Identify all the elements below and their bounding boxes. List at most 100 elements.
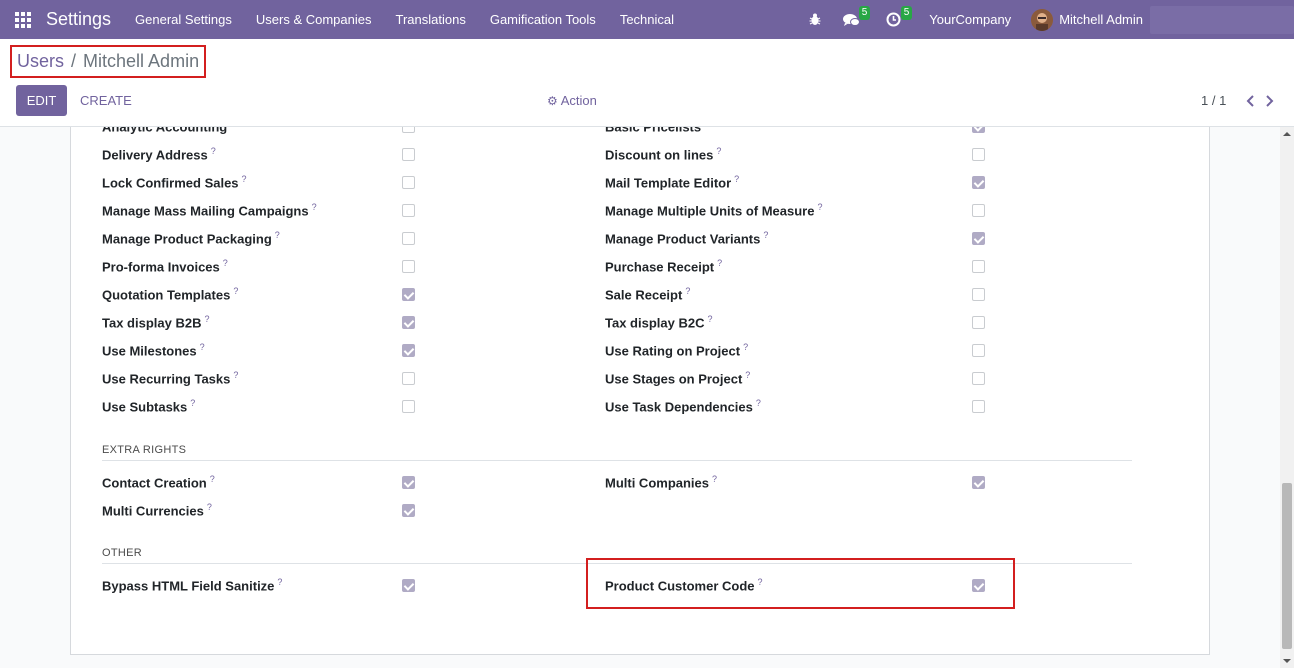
help-tooltip-icon[interactable]: ? — [743, 342, 748, 352]
checkbox-multi-companies[interactable] — [972, 476, 985, 489]
help-tooltip-icon[interactable]: ? — [275, 230, 280, 240]
checkbox-discount-on-lines[interactable] — [972, 148, 985, 161]
help-tooltip-icon[interactable]: ? — [763, 230, 768, 240]
action-label: Action — [560, 93, 597, 108]
user-menu[interactable]: Mitchell Admin — [1059, 12, 1143, 27]
pager-value[interactable]: 1 / 1 — [1201, 93, 1226, 108]
help-tooltip-icon[interactable]: ? — [211, 146, 216, 156]
field-label-pro-forma-invoices: Pro-forma Invoices? — [102, 258, 228, 274]
checkbox-sale-receipt[interactable] — [972, 288, 985, 301]
field-label-delivery-address: Delivery Address? — [102, 146, 216, 162]
help-tooltip-icon[interactable]: ? — [734, 174, 739, 184]
messages-chat-icon[interactable]: 5 — [841, 5, 871, 30]
checkbox-delivery-address[interactable] — [402, 148, 415, 161]
field-label-text: Basic Pricelists — [605, 127, 701, 134]
checkbox-mail-template-editor[interactable] — [972, 176, 985, 189]
checkbox-manage-multiple-units-of-measure[interactable] — [972, 204, 985, 217]
field-label-text: Multi Currencies — [102, 503, 204, 519]
checkbox-purchase-receipt[interactable] — [972, 260, 985, 273]
scroll-up-icon[interactable] — [1280, 127, 1294, 141]
checkbox-tax-display-b2c[interactable] — [972, 316, 985, 329]
checkbox-tax-display-b2b[interactable] — [402, 316, 415, 329]
help-tooltip-icon[interactable]: ? — [277, 577, 282, 587]
checkbox-contact-creation[interactable] — [402, 476, 415, 489]
field-label-text: Analytic Accounting — [102, 127, 227, 134]
help-tooltip-icon[interactable]: ? — [756, 398, 761, 408]
chevron-left-icon[interactable] — [1240, 94, 1260, 107]
checkbox-manage-product-packaging[interactable] — [402, 232, 415, 245]
menu-users-companies[interactable]: Users & Companies — [256, 12, 372, 27]
help-tooltip-icon[interactable]: ? — [707, 314, 712, 324]
activities-clock-icon[interactable]: 5 — [883, 5, 913, 30]
checkbox-manage-mass-mailing-campaigns[interactable] — [402, 204, 415, 217]
field-label-tax-display-b2b: Tax display B2B? — [102, 314, 209, 330]
section-title-extra-rights: EXTRA RIGHTS — [102, 444, 187, 456]
menu-translations[interactable]: Translations — [396, 12, 466, 27]
scroll-down-icon[interactable] — [1280, 654, 1294, 668]
debug-bug-icon[interactable] — [805, 10, 825, 30]
help-tooltip-icon[interactable]: ? — [190, 398, 195, 408]
apps-menu-icon[interactable] — [0, 0, 46, 39]
help-tooltip-icon[interactable]: ? — [745, 370, 750, 380]
help-tooltip-icon[interactable]: ? — [223, 258, 228, 268]
help-tooltip-icon[interactable]: ? — [685, 286, 690, 296]
section-divider — [102, 460, 1132, 461]
help-tooltip-icon[interactable]: ? — [312, 202, 317, 212]
checkbox-use-milestones[interactable] — [402, 344, 415, 357]
messages-count-badge: 5 — [858, 5, 871, 20]
menu-technical[interactable]: Technical — [620, 12, 674, 27]
help-tooltip-icon[interactable]: ? — [717, 258, 722, 268]
checkbox-multi-currencies[interactable] — [402, 504, 415, 517]
checkbox-pro-forma-invoices[interactable] — [402, 260, 415, 273]
top-navbar: Settings General Settings Users & Compan… — [0, 0, 1294, 39]
company-switcher[interactable]: YourCompany — [929, 12, 1011, 27]
checkbox-bypass-html-field-sanitize[interactable] — [402, 579, 415, 592]
help-tooltip-icon[interactable]: ? — [242, 174, 247, 184]
field-label-text: Use Task Dependencies — [605, 399, 753, 415]
help-tooltip-icon[interactable]: ? — [210, 474, 215, 484]
user-avatar[interactable] — [1031, 8, 1054, 31]
checkbox-quotation-templates[interactable] — [402, 288, 415, 301]
field-label-text: Quotation Templates — [102, 287, 231, 303]
checkbox-analytic-accounting[interactable] — [402, 127, 415, 133]
help-tooltip-icon[interactable]: ? — [233, 286, 238, 296]
help-tooltip-icon[interactable]: ? — [207, 502, 212, 512]
field-label-tax-display-b2c: Tax display B2C? — [605, 314, 712, 330]
checkbox-lock-confirmed-sales[interactable] — [402, 176, 415, 189]
app-brand[interactable]: Settings — [46, 9, 111, 30]
scrollbar-thumb[interactable] — [1282, 483, 1292, 649]
checkbox-manage-product-variants[interactable] — [972, 232, 985, 245]
checkbox-basic-pricelists[interactable] — [972, 127, 985, 133]
chevron-right-icon[interactable] — [1260, 94, 1280, 107]
action-dropdown[interactable]: ⚙ Action — [547, 85, 597, 116]
field-label-text: Purchase Receipt — [605, 259, 715, 275]
checkbox-use-stages-on-project[interactable] — [972, 372, 985, 385]
field-label-basic-pricelists: Basic Pricelists? — [605, 127, 709, 134]
help-tooltip-icon[interactable]: ? — [200, 342, 205, 352]
highlight-product-customer-code — [586, 558, 1015, 609]
breadcrumb-current: Mitchell Admin — [83, 51, 200, 71]
checkbox-use-task-dependencies[interactable] — [972, 400, 985, 413]
field-label-manage-mass-mailing-campaigns: Manage Mass Mailing Campaigns? — [102, 202, 317, 218]
field-label-analytic-accounting: Analytic Accounting? — [102, 127, 235, 134]
checkbox-use-recurring-tasks[interactable] — [402, 372, 415, 385]
field-label-multi-currencies: Multi Currencies? — [102, 502, 212, 518]
gear-icon: ⚙ — [547, 93, 558, 108]
help-tooltip-icon[interactable]: ? — [817, 202, 822, 212]
help-tooltip-icon[interactable]: ? — [704, 127, 709, 128]
create-button[interactable]: CREATE — [80, 85, 132, 116]
help-tooltip-icon[interactable]: ? — [712, 474, 717, 484]
vertical-scrollbar[interactable] — [1280, 127, 1294, 668]
menu-general-settings[interactable]: General Settings — [135, 12, 232, 27]
field-label-text: Tax display B2C — [605, 315, 705, 331]
help-tooltip-icon[interactable]: ? — [204, 314, 209, 324]
help-tooltip-icon[interactable]: ? — [233, 370, 238, 380]
help-tooltip-icon[interactable]: ? — [230, 127, 235, 128]
checkbox-use-subtasks[interactable] — [402, 400, 415, 413]
help-tooltip-icon[interactable]: ? — [716, 146, 721, 156]
edit-button[interactable]: EDIT — [16, 85, 67, 116]
form-content: Analytic Accounting?Basic Pricelists?Del… — [0, 127, 1294, 668]
checkbox-use-rating-on-project[interactable] — [972, 344, 985, 357]
menu-gamification-tools[interactable]: Gamification Tools — [490, 12, 596, 27]
breadcrumb-users-link[interactable]: Users — [17, 51, 64, 72]
